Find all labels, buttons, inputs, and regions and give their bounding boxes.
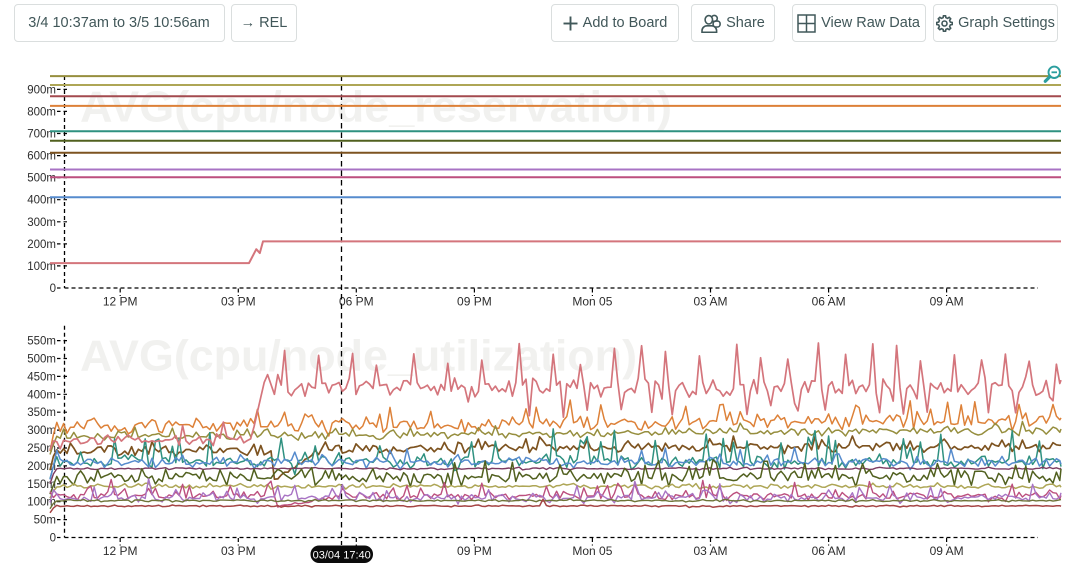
svg-text:0: 0 <box>50 533 56 545</box>
svg-text:300m: 300m <box>27 425 56 437</box>
svg-text:03 AM: 03 AM <box>693 544 727 558</box>
svg-text:03 AM: 03 AM <box>693 295 727 309</box>
svg-text:Mon 05: Mon 05 <box>572 295 612 309</box>
svg-text:200m: 200m <box>27 239 56 251</box>
svg-text:450m: 450m <box>27 371 56 383</box>
svg-text:300m: 300m <box>27 217 56 229</box>
svg-text:50m: 50m <box>34 515 56 527</box>
svg-text:12 PM: 12 PM <box>103 295 138 309</box>
svg-text:800m: 800m <box>27 106 56 118</box>
svg-text:03/04 17:40: 03/04 17:40 <box>313 549 371 561</box>
svg-text:0: 0 <box>50 283 56 295</box>
svg-text:09 PM: 09 PM <box>457 295 492 309</box>
svg-text:09 PM: 09 PM <box>457 544 492 558</box>
svg-text:12 PM: 12 PM <box>103 544 138 558</box>
svg-text:900m: 900m <box>27 84 56 96</box>
svg-text:03 PM: 03 PM <box>221 544 256 558</box>
svg-text:06 PM: 06 PM <box>339 295 374 309</box>
svg-text:550m: 550m <box>27 336 56 348</box>
svg-text:06 AM: 06 AM <box>812 544 846 558</box>
svg-text:400m: 400m <box>27 389 56 401</box>
svg-text:03 PM: 03 PM <box>221 295 256 309</box>
svg-text:09 AM: 09 AM <box>930 544 964 558</box>
svg-text:AVG(cpu/node_reservation): AVG(cpu/node_reservation) <box>80 83 672 132</box>
svg-text:500m: 500m <box>27 354 56 366</box>
svg-text:500m: 500m <box>27 173 56 185</box>
svg-text:350m: 350m <box>27 407 56 419</box>
svg-text:06 AM: 06 AM <box>812 295 846 309</box>
svg-text:09 AM: 09 AM <box>930 295 964 309</box>
svg-text:Mon 05: Mon 05 <box>572 544 612 558</box>
